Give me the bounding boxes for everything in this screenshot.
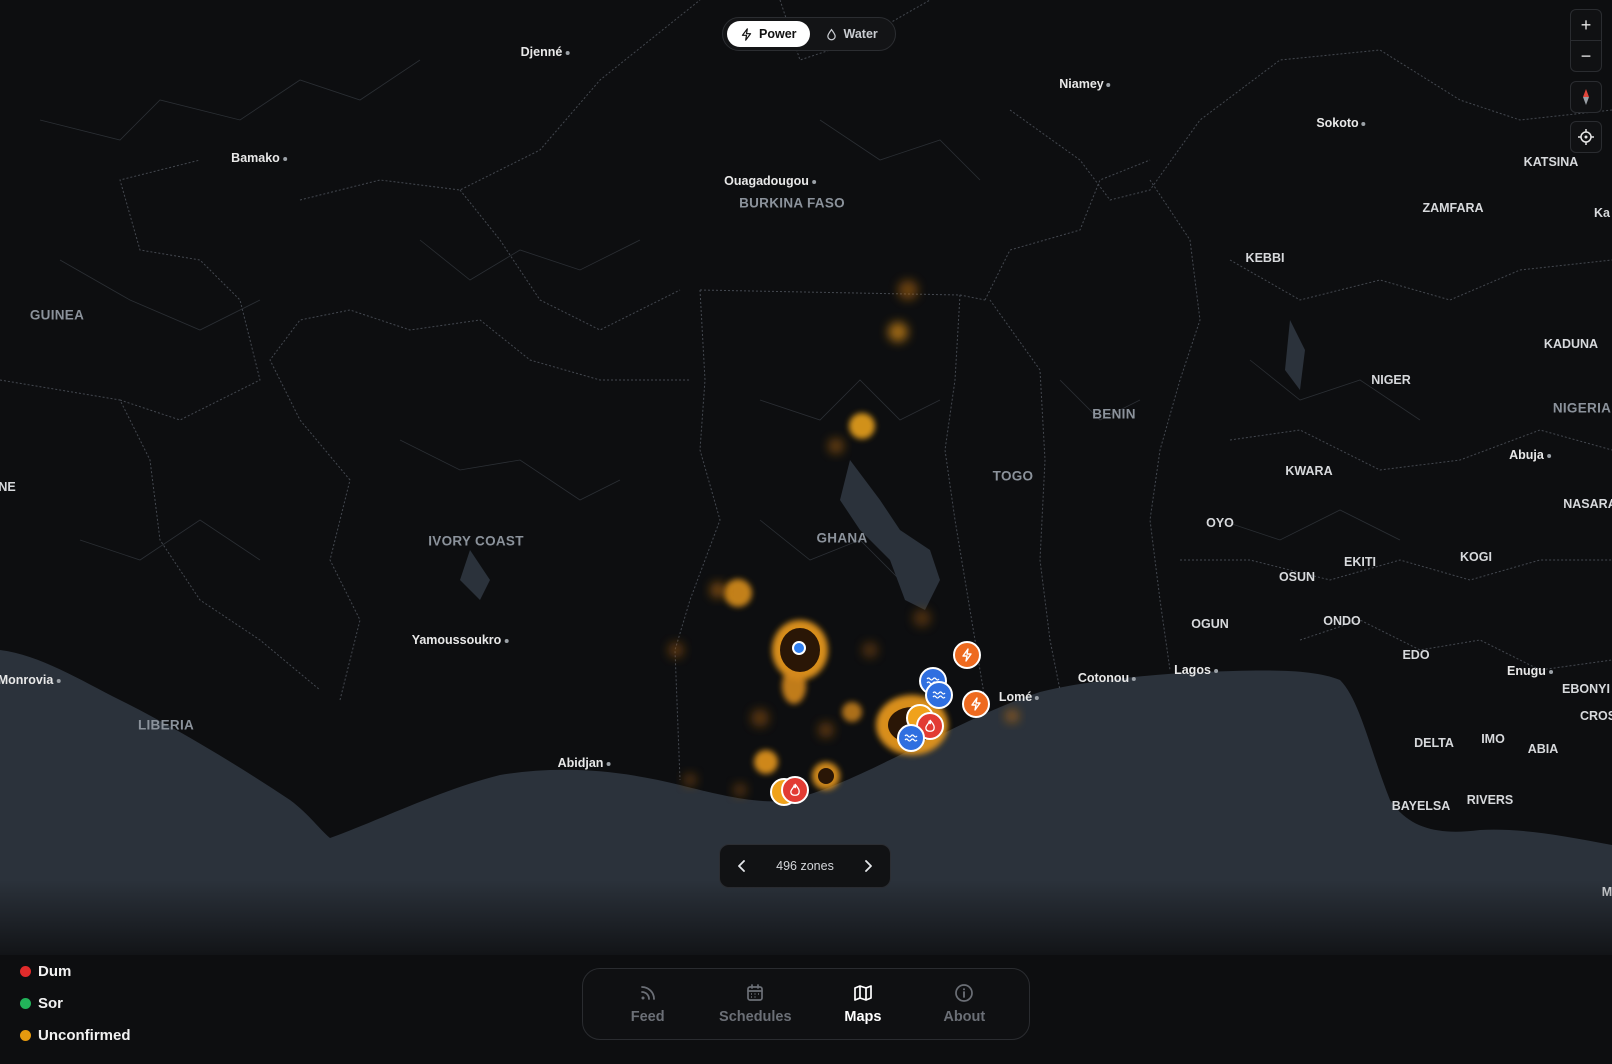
country-label: GUINEA <box>29 307 85 323</box>
state-label: ABIA <box>1527 742 1559 756</box>
info-icon <box>955 984 974 1002</box>
mode-toggle: Power Water <box>722 17 896 51</box>
marker-power-1[interactable] <box>953 641 981 669</box>
rss-icon <box>640 986 655 1000</box>
nav-item-feed[interactable]: Feed <box>618 983 678 1025</box>
city-label: Niamey <box>1059 77 1111 91</box>
legend-label: Dum <box>38 962 72 980</box>
chevron-left-icon <box>738 860 745 872</box>
city-label: Abidjan <box>558 756 611 770</box>
state-label: NIGER <box>1371 373 1411 387</box>
compass-control <box>1570 81 1602 113</box>
state-label: KEBBI <box>1245 251 1285 265</box>
legend-item: Sor <box>20 987 131 1019</box>
state-label: RIVERS <box>1466 793 1514 807</box>
water-toggle-label: Water <box>843 27 878 41</box>
city-label: Sokoto <box>1316 116 1366 130</box>
droplet-icon <box>826 28 836 40</box>
city-label: Yamoussoukro <box>412 633 509 647</box>
city-label: Abuja <box>1509 448 1551 462</box>
chevron-right-icon <box>865 860 872 872</box>
geolocate-control <box>1570 121 1602 153</box>
compass-icon <box>1583 89 1589 105</box>
marker-fire-2[interactable] <box>781 776 809 804</box>
compass-button[interactable] <box>1571 82 1601 112</box>
legend: Dum Sor Unconfirmed <box>20 955 131 1051</box>
state-label: EDO <box>1402 648 1430 662</box>
nav-item-schedules[interactable]: Schedules <box>719 983 792 1025</box>
state-label: NASARA <box>1563 497 1612 511</box>
city-label: Cotonou <box>1078 671 1137 685</box>
state-label: EBONYI <box>1562 682 1610 696</box>
country-label: BENIN <box>1092 406 1136 422</box>
state-label: CROS <box>1579 709 1612 723</box>
legend-label: Unconfirmed <box>38 1026 131 1044</box>
legend-item: Unconfirmed <box>20 1019 131 1051</box>
geolocate-button[interactable] <box>1571 122 1601 152</box>
crosshair-icon <box>1578 129 1594 145</box>
state-label: OYO <box>1206 516 1234 530</box>
country-label: BURKINA FASO <box>739 195 845 211</box>
country-label: NIGERIA <box>1552 400 1612 416</box>
marker-water-3[interactable] <box>897 724 925 752</box>
state-label: KADUNA <box>1543 337 1599 351</box>
nav-label: Maps <box>844 1009 882 1025</box>
country-label: TOGO <box>992 468 1034 484</box>
next-zone-button[interactable] <box>858 856 878 876</box>
state-label: BAYELSA <box>1391 799 1451 813</box>
state-label: Ka <box>1594 206 1610 220</box>
state-label: DELTA <box>1414 736 1454 750</box>
marker-power-2[interactable] <box>962 690 990 718</box>
calendar-icon <box>747 984 764 1001</box>
legend-swatch <box>20 997 31 1009</box>
legend-item: Dum <box>20 955 131 987</box>
bottom-nav: Feed Schedules Maps About <box>582 968 1030 1040</box>
nav-label: About <box>943 1009 986 1025</box>
city-label: Bamako <box>231 151 287 165</box>
state-label: OGUN <box>1191 617 1229 631</box>
zoom-controls: + − <box>1570 9 1602 72</box>
state-label: ZAMFARA <box>1422 201 1484 215</box>
lightning-icon <box>741 27 752 41</box>
state-label: ONDO <box>1323 614 1361 628</box>
state-label: KATSINA <box>1523 155 1579 169</box>
zoom-in-button[interactable]: + <box>1571 10 1601 40</box>
city-label: Ouagadougou <box>724 174 816 188</box>
state-label: EKITI <box>1344 555 1376 569</box>
country-label: GHANA <box>816 530 868 546</box>
nav-item-about[interactable]: About <box>934 983 994 1025</box>
current-location-dot <box>792 641 806 655</box>
city-label: Djenné <box>521 45 570 59</box>
legend-label: Sor <box>38 994 64 1012</box>
power-toggle-button[interactable]: Power <box>727 21 810 47</box>
state-label: KWARA <box>1285 464 1333 478</box>
state-label: NE <box>0 480 16 494</box>
nav-label: Schedules <box>719 1009 792 1025</box>
legend-swatch <box>20 965 31 977</box>
state-label: IMO <box>1481 732 1505 746</box>
power-toggle-label: Power <box>759 27 797 41</box>
nav-item-maps[interactable]: Maps <box>833 983 893 1025</box>
nav-label: Feed <box>630 1009 665 1025</box>
country-label: IVORY COAST <box>428 533 524 549</box>
water-toggle-button[interactable]: Water <box>812 21 891 47</box>
marker-water-2[interactable] <box>925 681 953 709</box>
state-label: KOGI <box>1460 550 1492 564</box>
map-icon <box>854 985 872 1001</box>
city-label: Lomé <box>999 690 1040 704</box>
zoom-out-button[interactable]: − <box>1571 40 1601 71</box>
city-label: Lagos <box>1174 663 1218 677</box>
zones-count: 496 zones <box>776 859 834 873</box>
prev-zone-button[interactable] <box>732 856 752 876</box>
city-label: Enugu <box>1507 664 1553 678</box>
legend-swatch <box>20 1029 31 1041</box>
city-label: Monrovia <box>0 673 61 687</box>
country-label: LIBERIA <box>137 717 195 733</box>
state-label: OSUN <box>1278 570 1316 584</box>
